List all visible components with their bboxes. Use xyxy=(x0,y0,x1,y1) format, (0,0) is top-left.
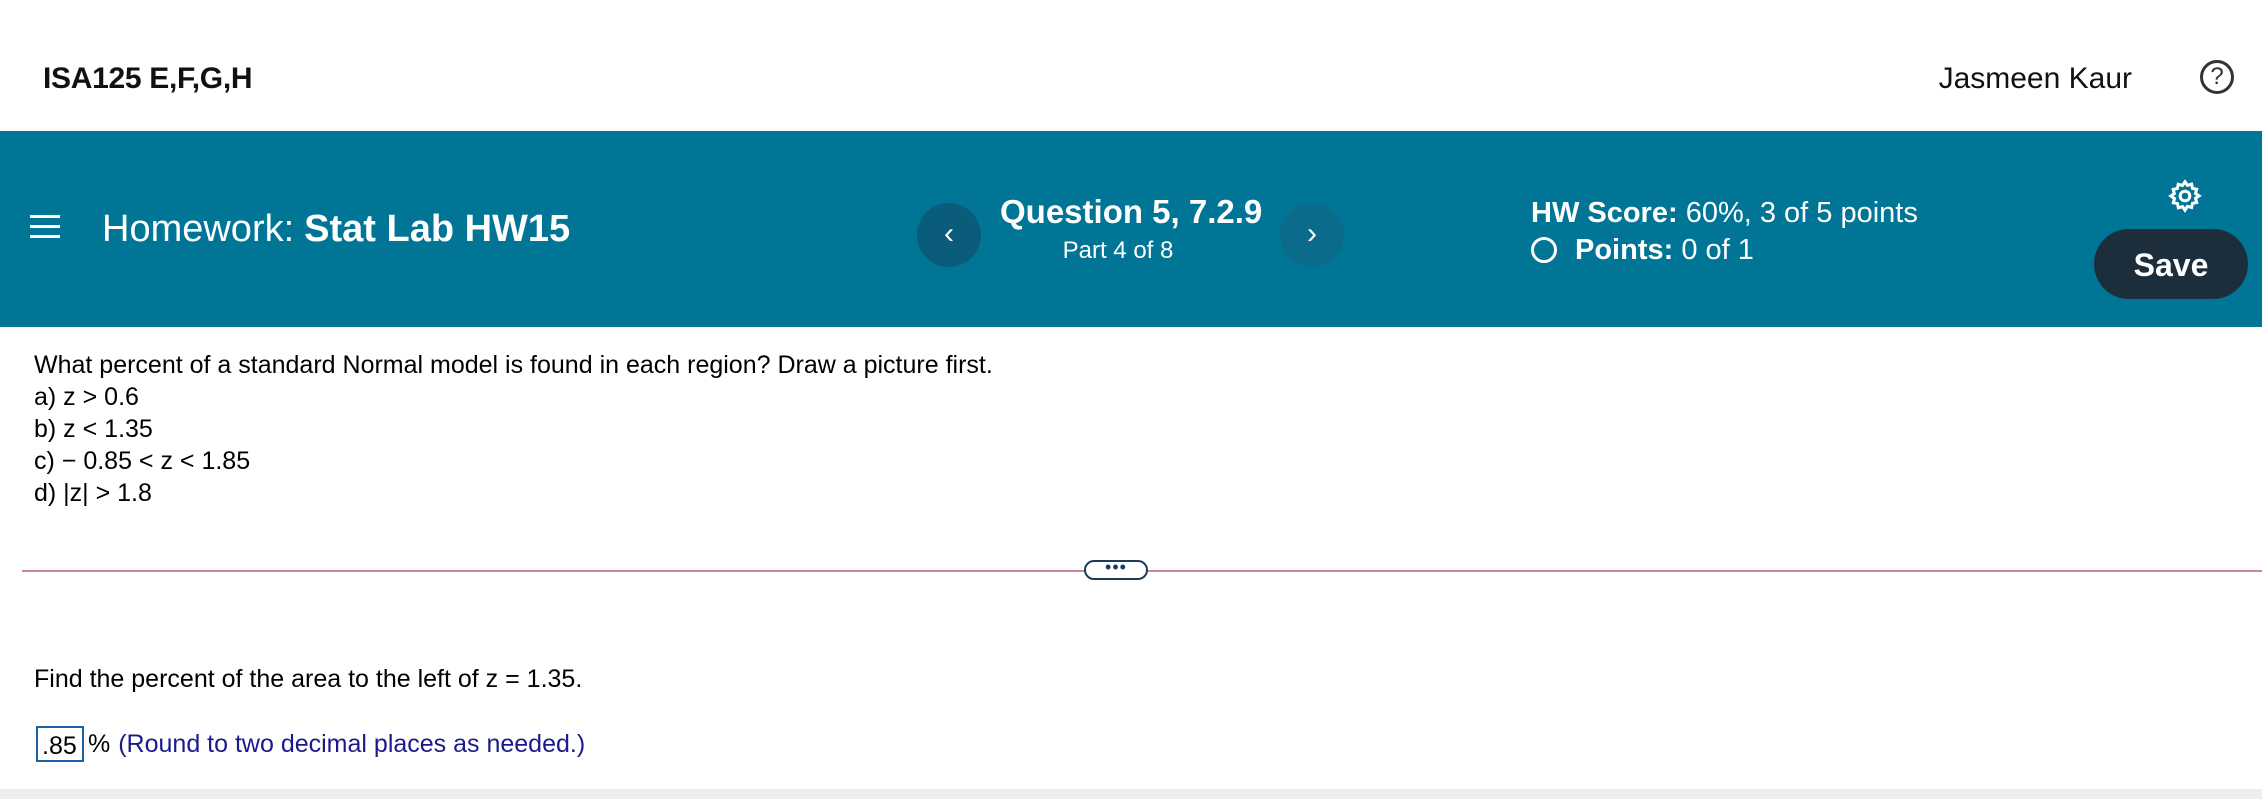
user-name[interactable]: Jasmeen Kaur xyxy=(1939,62,2132,96)
question-item-b: b) z < 1.35 xyxy=(34,415,153,443)
menu-icon[interactable] xyxy=(30,215,60,239)
gear-icon[interactable] xyxy=(2167,178,2203,214)
answer-row: .85 % (Round to two decimal places as ne… xyxy=(36,726,585,762)
hw-score-label: HW Score: xyxy=(1531,197,1678,229)
question-title[interactable]: Question 5, 7.2.9 xyxy=(1000,193,1262,231)
question-item-c: c) − 0.85 < z < 1.85 xyxy=(34,447,251,475)
save-button[interactable]: Save xyxy=(2094,229,2248,299)
hw-score: HW Score: 60%, 3 of 5 points xyxy=(1531,197,1918,230)
question-prompt: What percent of a standard Normal model … xyxy=(34,351,993,379)
hw-score-value: 60%, 3 of 5 points xyxy=(1677,197,1918,229)
expand-handle[interactable]: ••• xyxy=(1084,558,1148,580)
previous-question-button[interactable]: ‹ xyxy=(917,203,981,267)
answer-input[interactable]: .85 xyxy=(36,726,84,762)
question-text: What percent of a standard Normal model … xyxy=(34,349,993,509)
points-label: Points: xyxy=(1575,234,1674,266)
next-question-button[interactable]: › xyxy=(1280,203,1344,267)
part-prompt: Find the percent of the area to the left… xyxy=(34,665,583,693)
homework-name: Stat Lab HW15 xyxy=(304,208,571,250)
points: Points: 0 of 1 xyxy=(1531,234,1754,267)
question-item-a: a) z > 0.6 xyxy=(34,383,139,411)
question-part: Part 4 of 8 xyxy=(1062,237,1174,264)
homework-header: Homework: Stat Lab HW15 ‹ Question 5, 7.2… xyxy=(0,131,2262,327)
points-value: 0 of 1 xyxy=(1673,234,1754,266)
top-bar: ISA125 E,F,G,H Jasmeen Kaur ? xyxy=(0,0,2262,131)
course-title: ISA125 E,F,G,H xyxy=(43,62,253,95)
help-icon[interactable]: ? xyxy=(2200,60,2234,94)
rounding-hint: (Round to two decimal places as needed.) xyxy=(118,729,586,758)
bottom-strip xyxy=(0,789,2262,799)
homework-label: Homework: xyxy=(102,208,295,250)
points-status-icon xyxy=(1531,237,1557,263)
percent-sign: % xyxy=(88,729,111,758)
question-item-d: d) |z| > 1.8 xyxy=(34,479,152,507)
homework-title: Homework: Stat Lab HW15 xyxy=(102,208,570,251)
